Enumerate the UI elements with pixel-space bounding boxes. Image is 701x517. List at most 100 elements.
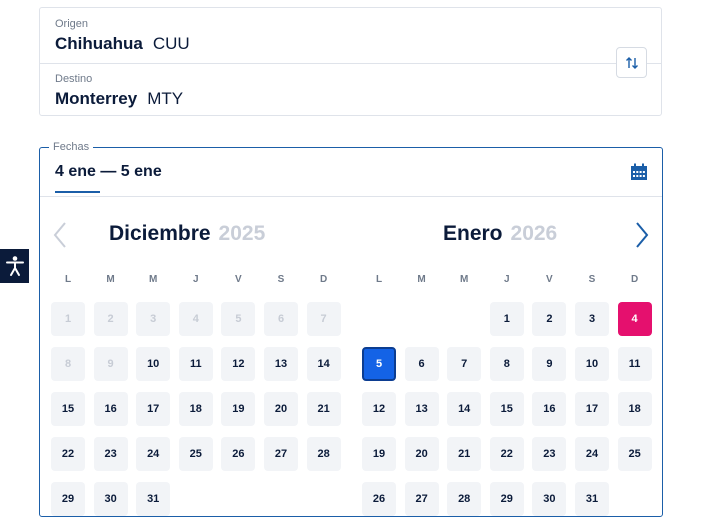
right-month-year: 2026 [510, 222, 558, 245]
calendar-day[interactable]: 31 [575, 482, 609, 516]
calendar-day: 5 [221, 302, 256, 336]
left-month-year: 2025 [218, 222, 266, 245]
calendar-day: 6 [264, 302, 298, 336]
dates-value[interactable]: 4 ene — 5 ene [55, 163, 162, 181]
weekday-label: V [235, 274, 242, 285]
calendar-day[interactable]: 29 [51, 482, 85, 516]
weekday-label: L [64, 274, 72, 285]
calendar-day[interactable]: 4 [617, 302, 652, 336]
calendar-day: 2 [93, 302, 128, 336]
calendar-day: 7 [306, 302, 341, 336]
calendar-day: 3 [136, 302, 171, 336]
dates-card: Fechas 4 ene — 5 ene Diciembre 2025 Enero… [39, 140, 663, 517]
calendar-day[interactable]: 18 [617, 392, 652, 426]
prev-month-button[interactable] [50, 220, 70, 250]
weekday-label: L [375, 274, 383, 285]
calendar-day[interactable]: 10 [575, 347, 609, 381]
origin-label: Origen [55, 18, 89, 30]
destination-city: Monterrey [55, 89, 138, 108]
calendar-day[interactable]: 26 [221, 437, 256, 471]
next-month-button[interactable] [632, 220, 652, 250]
weekday-label: M [460, 274, 469, 285]
left-month-name: Diciembre [109, 222, 211, 245]
dates-underline [55, 191, 100, 193]
calendar-day[interactable]: 28 [306, 437, 341, 471]
calendar-day[interactable]: 29 [489, 482, 524, 516]
swap-button[interactable] [616, 47, 647, 78]
calendar-day[interactable]: 5 [362, 347, 396, 381]
calendar-day: 1 [51, 302, 85, 336]
calendar-icon[interactable] [630, 163, 648, 181]
weekday-label: M [417, 274, 426, 285]
calendar-day[interactable]: 24 [136, 437, 171, 471]
calendar-day[interactable]: 21 [306, 392, 341, 426]
calendar-day[interactable]: 12 [362, 392, 396, 426]
calendar-day: 8 [51, 347, 85, 381]
calendar-day[interactable]: 27 [264, 437, 298, 471]
calendar-day[interactable]: 16 [93, 392, 128, 426]
origin-city: Chihuahua [55, 34, 143, 53]
calendar-day[interactable]: 11 [617, 347, 652, 381]
calendar-day[interactable]: 16 [532, 392, 567, 426]
calendar-day[interactable]: 19 [221, 392, 256, 426]
weekday-label: D [319, 274, 328, 285]
weekday-label: J [193, 274, 199, 285]
dates-legend: Fechas [49, 140, 94, 154]
calendar-day[interactable]: 7 [447, 347, 482, 381]
calendar-day[interactable]: 20 [404, 437, 439, 471]
calendar-day[interactable]: 24 [575, 437, 609, 471]
destination-label: Destino [55, 73, 93, 85]
calendar-day[interactable]: 28 [447, 482, 482, 516]
swap-vertical-icon [625, 56, 638, 69]
calendar-day[interactable]: 26 [362, 482, 396, 516]
calendar-day[interactable]: 18 [178, 392, 213, 426]
calendar-day[interactable]: 8 [489, 347, 524, 381]
calendar-day[interactable]: 15 [51, 392, 85, 426]
calendar-day[interactable]: 15 [489, 392, 524, 426]
accessibility-icon [5, 256, 24, 276]
left-month-title: Diciembre 2025 [109, 222, 265, 246]
calendar-day[interactable]: 21 [447, 437, 482, 471]
destination-value: Monterrey MTY [55, 89, 183, 109]
calendar-day[interactable]: 13 [264, 347, 298, 381]
calendar-day[interactable]: 14 [447, 392, 482, 426]
calendar-day[interactable]: 25 [178, 437, 213, 471]
weekday-label: S [588, 274, 596, 285]
calendar-day[interactable]: 10 [136, 347, 171, 381]
calendar-day[interactable]: 3 [575, 302, 609, 336]
calendar-day: 4 [178, 302, 213, 336]
calendar-day[interactable]: 13 [404, 392, 439, 426]
calendar-day[interactable]: 1 [489, 302, 524, 336]
calendar-day[interactable]: 31 [136, 482, 171, 516]
calendar-day[interactable]: 17 [136, 392, 171, 426]
route-divider [40, 63, 661, 64]
calendar-day[interactable]: 14 [306, 347, 341, 381]
accessibility-button[interactable] [0, 249, 29, 283]
calendar-day[interactable]: 22 [51, 437, 85, 471]
calendar-day[interactable]: 17 [575, 392, 609, 426]
route-card: Origen Chihuahua CUU Destino Monterrey MTY [39, 7, 662, 116]
calendar-day: 9 [93, 347, 128, 381]
calendar-day[interactable]: 30 [93, 482, 128, 516]
weekday-label: S [277, 274, 285, 285]
calendar-day[interactable]: 25 [617, 437, 652, 471]
destination-code: MTY [147, 89, 184, 108]
origin-value: Chihuahua CUU [55, 34, 190, 54]
weekday-label: V [546, 274, 553, 285]
calendar-day[interactable]: 9 [532, 347, 567, 381]
origin-code: CUU [152, 34, 190, 53]
calendar-day[interactable]: 23 [93, 437, 128, 471]
calendar-day[interactable]: 12 [221, 347, 256, 381]
right-month-name: Enero [443, 222, 503, 245]
calendar-day[interactable]: 2 [532, 302, 567, 336]
calendar-day[interactable]: 23 [532, 437, 567, 471]
calendar-day[interactable]: 27 [404, 482, 439, 516]
chevron-left-icon [53, 222, 66, 248]
calendar-day[interactable]: 20 [264, 392, 298, 426]
calendar-day[interactable]: 11 [178, 347, 213, 381]
calendar-day[interactable]: 22 [489, 437, 524, 471]
weekday-label: M [149, 274, 158, 285]
calendar-day[interactable]: 6 [404, 347, 439, 381]
calendar-day[interactable]: 19 [362, 437, 396, 471]
calendar-day[interactable]: 30 [532, 482, 567, 516]
